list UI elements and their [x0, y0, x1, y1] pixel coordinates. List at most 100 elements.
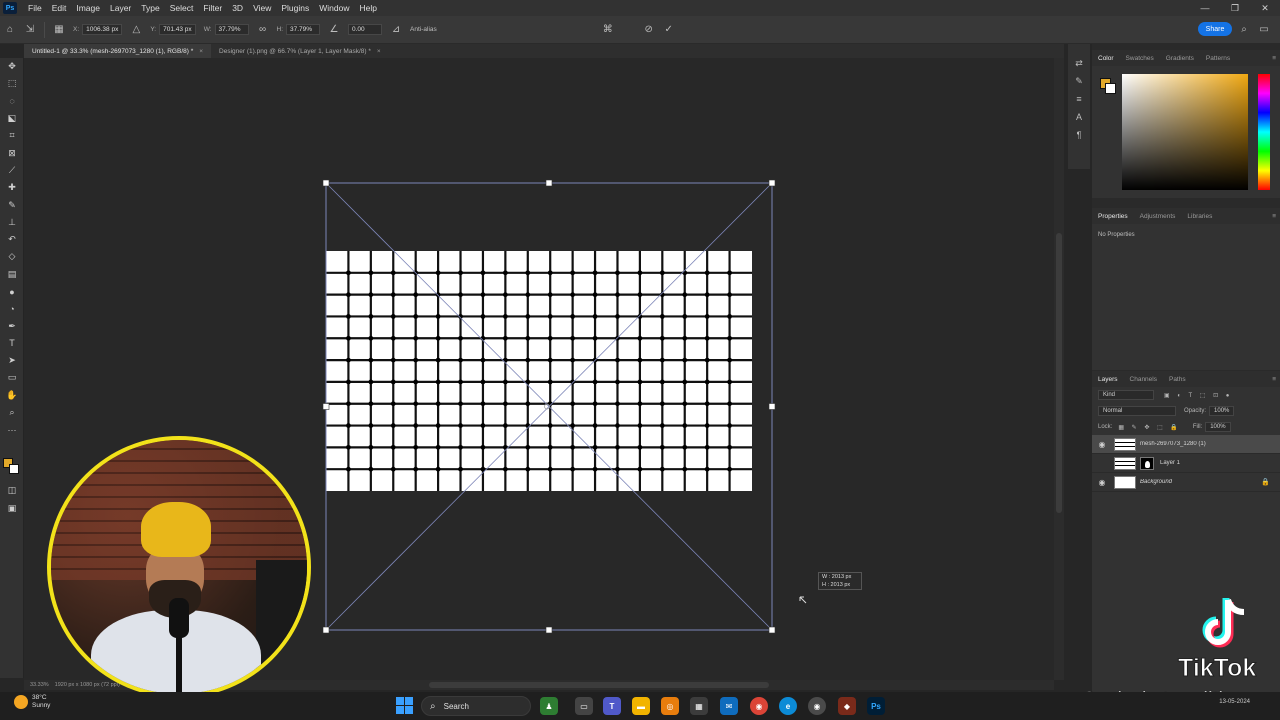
transform-handle[interactable]	[545, 179, 553, 187]
zoom-tool-icon[interactable]: ⌕	[0, 404, 24, 421]
healing-brush-tool-icon[interactable]: ✚	[0, 179, 24, 196]
hand-tool-icon[interactable]: ✋	[0, 387, 24, 404]
transform-handle[interactable]	[768, 403, 776, 410]
more-tools-icon[interactable]: ···	[0, 421, 24, 438]
transform-handle[interactable]	[322, 179, 330, 187]
object-select-tool-icon[interactable]: ⬕	[0, 110, 24, 127]
background-swatch[interactable]	[1105, 83, 1116, 94]
menu-view[interactable]: View	[248, 3, 276, 13]
tab-adjustments[interactable]: Adjustments	[1134, 213, 1182, 220]
menu-window[interactable]: Window	[314, 3, 354, 13]
paragraph-icon[interactable]: ¶	[1068, 126, 1090, 144]
skew-icon[interactable]: ⊿	[389, 23, 403, 37]
warp-icon[interactable]: ⌘	[601, 23, 615, 37]
layer-row-layer-1[interactable]: Layer 1	[1092, 454, 1280, 473]
w-input[interactable]: 37.79%	[214, 24, 249, 35]
screen-mode-icon[interactable]: ▣	[0, 500, 24, 517]
layer-mask-thumbnail[interactable]	[1140, 456, 1154, 470]
history-icon[interactable]: ⇄	[1068, 54, 1090, 72]
tab-layers[interactable]: Layers	[1092, 376, 1124, 383]
gradient-tool-icon[interactable]: ▤	[0, 266, 24, 283]
visibility-eye-icon[interactable]: ◉	[1096, 440, 1108, 449]
angle-field[interactable]: 0.00	[348, 24, 383, 35]
transform-handle[interactable]	[322, 403, 330, 410]
fill-input[interactable]: 100%	[1205, 422, 1231, 432]
eraser-tool-icon[interactable]: ◇	[0, 248, 24, 265]
path-selection-tool-icon[interactable]: ➤	[0, 352, 24, 369]
edge-icon[interactable]: e	[779, 697, 797, 715]
tab-gradients[interactable]: Gradients	[1160, 55, 1200, 62]
scroll-thumb[interactable]	[1056, 233, 1062, 513]
menu-select[interactable]: Select	[165, 3, 199, 13]
layer-name[interactable]: Background	[1140, 479, 1261, 485]
frame-tool-icon[interactable]: ⊠	[0, 144, 24, 161]
commit-transform-icon[interactable]: ✓	[662, 23, 676, 37]
menu-type[interactable]: Type	[136, 3, 164, 13]
transform-handle[interactable]	[768, 179, 776, 187]
y-position-field[interactable]: Y: 701.43 px	[150, 24, 196, 35]
link-icon[interactable]: ∞	[256, 23, 270, 37]
transform-handle[interactable]	[768, 626, 776, 634]
marquee-tool-icon[interactable]: ⬚	[0, 75, 24, 92]
lasso-tool-icon[interactable]: ◌	[0, 93, 24, 110]
pen-tool-icon[interactable]: ✒	[0, 317, 24, 334]
angle-input[interactable]: 0.00	[348, 24, 383, 35]
task-view-icon[interactable]: ▭	[575, 697, 593, 715]
vertical-scrollbar[interactable]	[1054, 58, 1064, 680]
blend-mode-select[interactable]: Normal	[1098, 406, 1176, 416]
blur-tool-icon[interactable]: ●	[0, 283, 24, 300]
dodge-tool-icon[interactable]: ◔	[0, 300, 24, 317]
close-tab-icon[interactable]: ×	[377, 48, 381, 55]
brush-tool-icon[interactable]: ✎	[0, 196, 24, 213]
transform-handle[interactable]	[545, 626, 553, 634]
tab-paths[interactable]: Paths	[1163, 376, 1192, 383]
visibility-eye-icon[interactable]: ◉	[1096, 478, 1108, 487]
history-brush-tool-icon[interactable]: ↶	[0, 231, 24, 248]
panel-menu-icon[interactable]: ≡	[1266, 55, 1280, 62]
widgets-icon[interactable]: ♟	[540, 697, 558, 715]
cancel-transform-icon[interactable]: ⊘	[642, 23, 656, 37]
rectangle-tool-icon[interactable]: ▭	[0, 369, 24, 386]
transform-tool-icon[interactable]: ⇲	[23, 23, 37, 37]
lock-icons[interactable]: ▦ ✎ ✥ ⬚ 🔒	[1118, 424, 1181, 431]
menu-plugins[interactable]: Plugins	[276, 3, 314, 13]
system-tray[interactable]: 13-05-2024	[1219, 698, 1250, 706]
reference-point-icon[interactable]: ▦	[52, 23, 66, 37]
close-tab-icon[interactable]: ×	[199, 48, 203, 55]
minimize-button[interactable]: —	[1190, 3, 1220, 14]
menu-edit[interactable]: Edit	[47, 3, 72, 13]
menu-layer[interactable]: Layer	[105, 3, 136, 13]
file-explorer-icon[interactable]: ▬	[632, 697, 650, 715]
character-icon[interactable]: A	[1068, 108, 1090, 126]
width-field[interactable]: W: 37.79%	[204, 24, 249, 35]
windows-start-icon[interactable]	[396, 697, 413, 714]
filter-icons[interactable]: ▣ ◐ T ⬚ ⊡ ●	[1164, 392, 1232, 399]
scroll-thumb[interactable]	[429, 682, 769, 688]
menu-3d[interactable]: 3D	[227, 3, 248, 13]
quick-mask-icon[interactable]: ◫	[0, 482, 24, 499]
tab-untitled-1[interactable]: Untitled-1 @ 33.3% (mesh-2697073_1280 (1…	[24, 44, 212, 58]
eyedropper-tool-icon[interactable]: ⟋	[0, 162, 24, 179]
move-tool-icon[interactable]: ✥	[0, 58, 24, 75]
search-icon[interactable]: ⌕	[1237, 22, 1251, 36]
close-button[interactable]: ✕	[1250, 3, 1280, 14]
background-color-swatch[interactable]	[9, 464, 19, 474]
adjustments-icon[interactable]: ≡	[1068, 90, 1090, 108]
chrome-icon[interactable]: ◉	[750, 697, 768, 715]
type-tool-icon[interactable]: T	[0, 335, 24, 352]
transform-handle[interactable]	[322, 626, 330, 634]
height-field[interactable]: H: 37.79%	[277, 24, 321, 35]
tab-designer[interactable]: Designer (1).png @ 66.7% (Layer 1, Layer…	[211, 44, 389, 58]
weather-widget[interactable]: 38°C Sunny	[14, 694, 50, 710]
layer-filter-input[interactable]: Kind	[1098, 390, 1154, 400]
tab-libraries[interactable]: Libraries	[1181, 213, 1218, 220]
crop-tool-icon[interactable]: ⌗	[0, 127, 24, 144]
teams-icon[interactable]: T	[603, 697, 621, 715]
maximize-button[interactable]: ❐	[1220, 3, 1250, 14]
layer-row-background[interactable]: ◉ Background 🔒	[1092, 473, 1280, 492]
mail-icon[interactable]: ✉	[720, 697, 738, 715]
tab-properties[interactable]: Properties	[1092, 213, 1134, 220]
menu-help[interactable]: Help	[354, 3, 381, 13]
brush-settings-icon[interactable]: ✎	[1068, 72, 1090, 90]
home-icon[interactable]: ⌂	[3, 23, 17, 37]
